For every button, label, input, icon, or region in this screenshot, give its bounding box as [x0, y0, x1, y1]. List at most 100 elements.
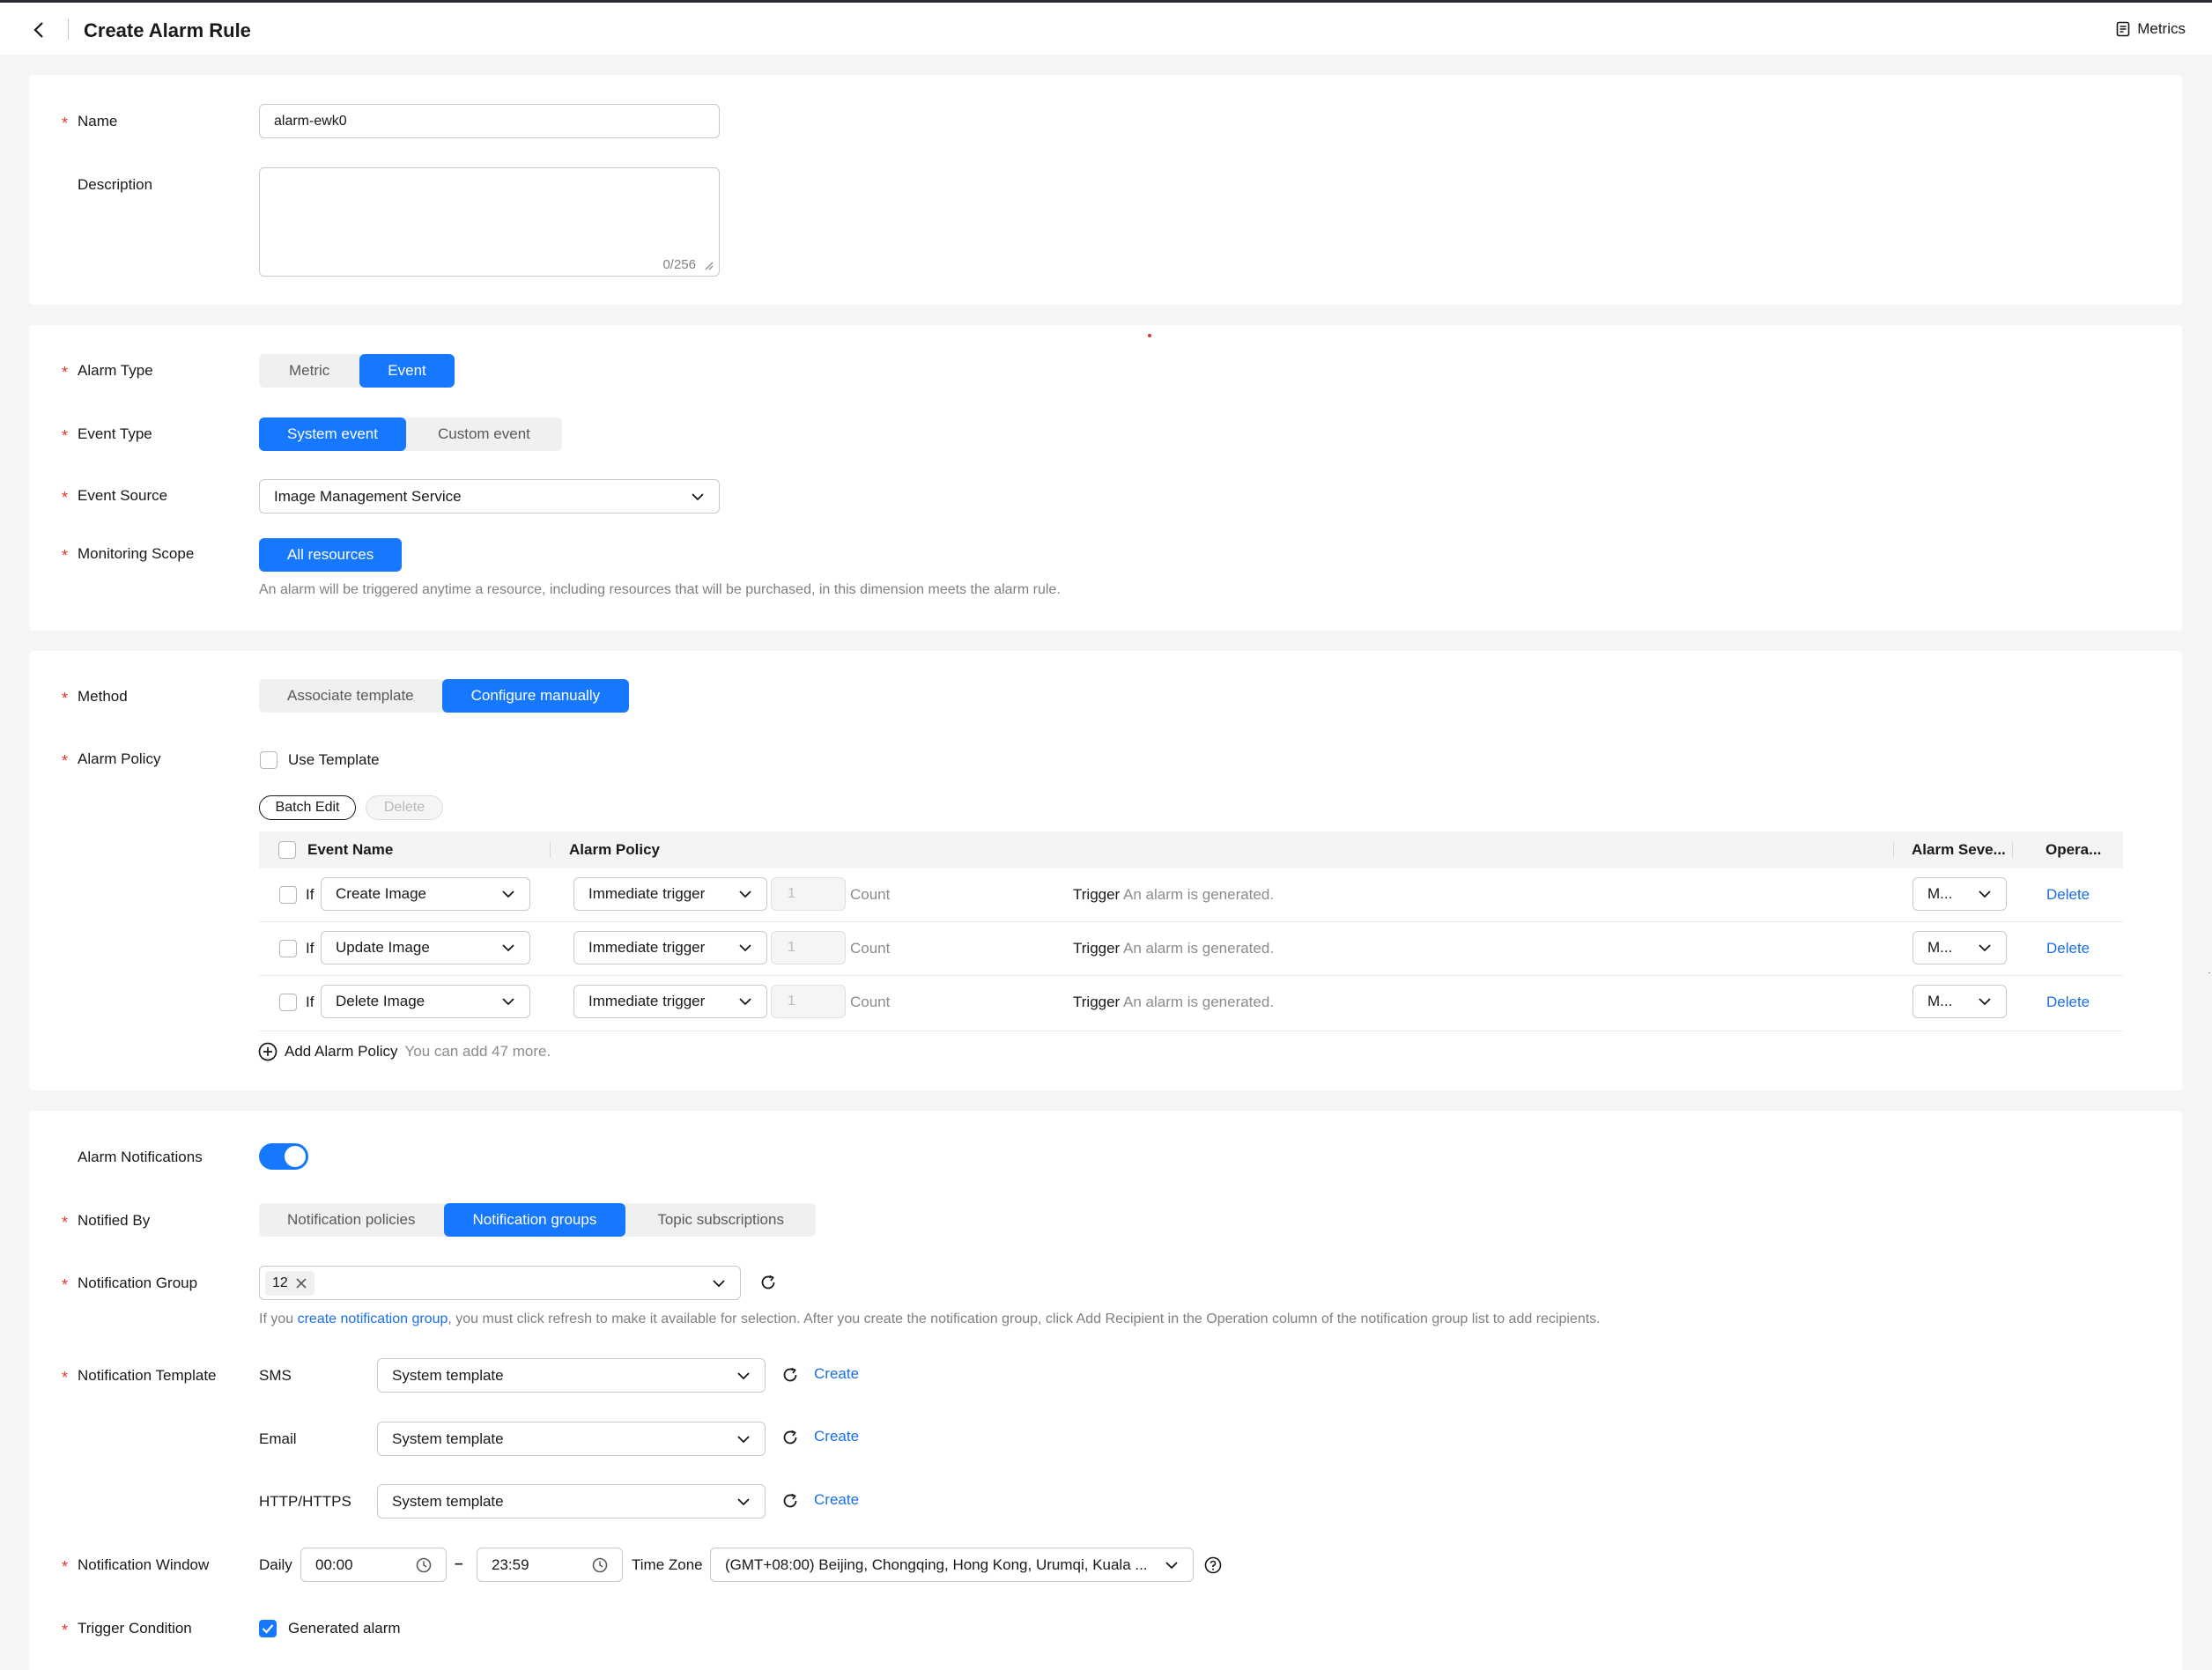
delete-row-link[interactable]: Delete — [2046, 886, 2090, 904]
description-label: Description — [78, 176, 153, 193]
count-input: 1 — [771, 877, 846, 911]
chevron-down-icon — [739, 998, 751, 1006]
chevron-down-icon — [737, 1371, 750, 1379]
notification-group-tag: 12 — [265, 1270, 314, 1296]
method-configure-manually[interactable]: Configure manually — [441, 679, 630, 713]
trigger-type-select[interactable]: Immediate trigger — [573, 931, 767, 964]
chevron-down-icon — [692, 492, 704, 500]
row-divider — [259, 921, 2123, 922]
sms-template-select[interactable]: System template — [377, 1358, 766, 1393]
create-sms-template-link[interactable]: Create — [814, 1365, 859, 1383]
severity-select[interactable]: M... — [1912, 985, 2007, 1018]
trigger-result: An alarm is generated. — [1123, 994, 1275, 1010]
alarm-notifications-toggle[interactable] — [259, 1143, 308, 1170]
required-mark: * — [62, 489, 69, 506]
notified-by-groups[interactable]: Notification groups — [443, 1203, 626, 1237]
use-template-checkbox[interactable] — [260, 751, 277, 769]
chevron-down-icon — [1979, 944, 1991, 952]
alarm-type-event[interactable]: Event — [359, 354, 455, 388]
header-severity: Alarm Seve... — [1912, 841, 2006, 858]
event-type-custom[interactable]: Custom event — [406, 418, 562, 451]
notification-group-hint: If you create notification group, you mu… — [259, 1312, 1601, 1326]
description-textarea[interactable]: 0/256 — [259, 167, 720, 277]
chevron-down-icon — [1979, 890, 1991, 898]
add-alarm-policy-hint: You can add 47 more. — [404, 1043, 551, 1060]
template-channel-http: HTTP/HTTPS — [259, 1493, 351, 1510]
chevron-down-icon — [1979, 998, 1991, 1006]
back-button[interactable] — [30, 20, 48, 40]
chevron-down-icon — [739, 944, 751, 952]
metrics-link[interactable]: Metrics — [2116, 20, 2186, 38]
event-source-select[interactable]: Image Management Service — [259, 479, 720, 514]
severity-select[interactable]: M... — [1912, 877, 2007, 911]
required-mark: * — [62, 364, 69, 381]
create-http-template-link[interactable]: Create — [814, 1491, 859, 1509]
generated-alarm-checkbox[interactable] — [259, 1620, 277, 1637]
end-time-picker[interactable]: 23:59 — [477, 1548, 623, 1582]
batch-delete-button: Delete — [366, 795, 443, 820]
delete-row-link[interactable]: Delete — [2046, 994, 2090, 1011]
event-name-select[interactable]: Delete Image — [321, 985, 530, 1018]
required-mark: * — [62, 427, 69, 445]
refresh-icon — [783, 1367, 797, 1382]
event-type-label: * Event Type — [62, 425, 152, 445]
document-icon — [2116, 21, 2130, 37]
event-type-system[interactable]: System event — [259, 418, 406, 451]
event-name-value: Delete Image — [336, 993, 425, 1009]
edge-mark — [2208, 972, 2210, 973]
row-checkbox[interactable] — [279, 940, 297, 957]
header-operation: Opera... — [2046, 841, 2102, 858]
notification-template-label: * Notification Template — [62, 1367, 217, 1386]
create-email-template-link[interactable]: Create — [814, 1428, 859, 1445]
required-mark: * — [62, 547, 69, 565]
required-mark: * — [62, 1214, 69, 1231]
severity-value: M... — [1927, 885, 1953, 902]
alarm-type-metric[interactable]: Metric — [259, 354, 359, 388]
alarm-policy-label: * Alarm Policy — [62, 750, 161, 770]
row-checkbox[interactable] — [279, 994, 297, 1011]
notified-by-policies[interactable]: Notification policies — [259, 1203, 444, 1237]
refresh-http-template-button[interactable] — [780, 1491, 800, 1511]
trigger-type-select[interactable]: Immediate trigger — [573, 985, 767, 1018]
header-divider — [68, 18, 69, 40]
notified-by-topics[interactable]: Topic subscriptions — [625, 1203, 816, 1237]
policy-table-header: Event Name Alarm Policy Alarm Seve... Op… — [259, 831, 2123, 868]
start-time-picker[interactable]: 00:00 — [300, 1548, 447, 1582]
refresh-sms-template-button[interactable] — [780, 1365, 800, 1385]
refresh-group-button[interactable] — [758, 1273, 778, 1292]
select-all-checkbox[interactable] — [278, 841, 296, 859]
header-separator — [2012, 842, 2013, 858]
method-associate-template[interactable]: Associate template — [259, 679, 442, 713]
trigger-result: An alarm is generated. — [1123, 886, 1275, 903]
add-alarm-policy-button[interactable]: Add Alarm Policy You can add 47 more. — [258, 1042, 551, 1061]
row-if-label: If — [306, 886, 314, 903]
event-type-selector: System event Custom event — [259, 418, 562, 451]
close-icon[interactable] — [295, 1277, 307, 1289]
resize-handle-icon[interactable] — [703, 260, 714, 270]
row-checkbox[interactable] — [279, 886, 297, 904]
email-template-select[interactable]: System template — [377, 1422, 766, 1456]
notifications-card — [29, 1111, 2182, 1670]
monitoring-scope-all[interactable]: All resources — [259, 538, 403, 572]
timezone-select[interactable]: (GMT+08:00) Beijing, Chongqing, Hong Kon… — [710, 1548, 1194, 1582]
tag-label: 12 — [272, 1275, 288, 1290]
event-name-select[interactable]: Create Image — [321, 877, 530, 911]
batch-edit-button[interactable]: Batch Edit — [259, 795, 356, 820]
trigger-type-select[interactable]: Immediate trigger — [573, 877, 767, 911]
event-source-value: Image Management Service — [274, 487, 462, 505]
create-notification-group-link[interactable]: create notification group — [298, 1312, 448, 1326]
monitoring-scope-label: * Monitoring Scope — [62, 545, 195, 565]
name-input[interactable]: alarm-ewk0 — [259, 104, 720, 138]
severity-value: M... — [1927, 993, 1953, 1009]
refresh-email-template-button[interactable] — [780, 1428, 800, 1447]
header-event-name: Event Name — [307, 841, 394, 858]
event-name-select[interactable]: Update Image — [321, 931, 530, 964]
required-mark: * — [62, 1276, 69, 1294]
severity-select[interactable]: M... — [1912, 931, 2007, 964]
delete-row-link[interactable]: Delete — [2046, 940, 2090, 957]
notification-group-label: * Notification Group — [62, 1275, 198, 1294]
notification-group-select[interactable]: 12 — [259, 1266, 741, 1300]
header-separator — [1893, 842, 1894, 858]
http-template-select[interactable]: System template — [377, 1484, 766, 1519]
timezone-help-icon[interactable] — [1203, 1555, 1223, 1575]
